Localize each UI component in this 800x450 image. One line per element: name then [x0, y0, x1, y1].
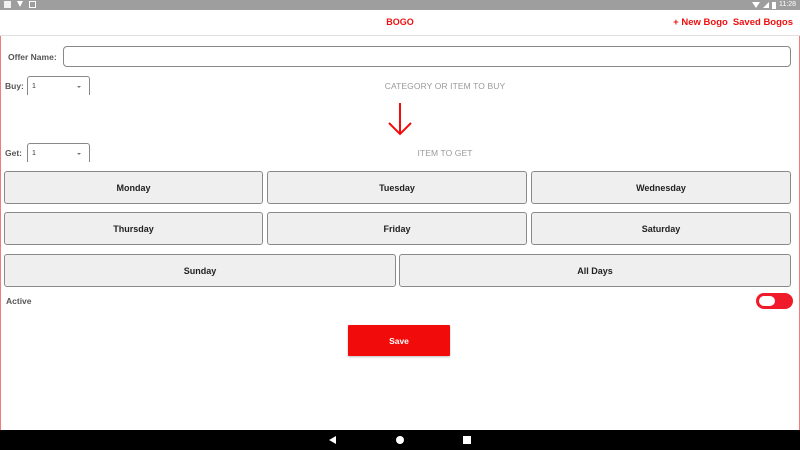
- offer-name-input[interactable]: [63, 46, 791, 67]
- category-or-item-to-buy[interactable]: CATEGORY OR ITEM TO BUY: [45, 81, 800, 91]
- home-icon[interactable]: [396, 436, 404, 444]
- status-bar: 11:28: [0, 0, 800, 10]
- day-button-tuesday[interactable]: Tuesday: [267, 171, 527, 204]
- status-right-icons: 11:28: [752, 1, 796, 9]
- toggle-knob: [759, 296, 775, 306]
- buy-quantity-value: 1: [32, 83, 36, 90]
- app-actions: + New Bogo Saved Bogos: [673, 17, 793, 28]
- day-button-monday[interactable]: Monday: [4, 171, 263, 204]
- notification-icon: [4, 1, 11, 8]
- status-time: 11:28: [779, 1, 796, 8]
- active-toggle[interactable]: [756, 293, 793, 309]
- day-button-saturday[interactable]: Saturday: [531, 212, 791, 245]
- item-to-get[interactable]: ITEM TO GET: [45, 148, 800, 158]
- day-button-wednesday[interactable]: Wednesday: [531, 171, 791, 204]
- navigation-bar: [0, 430, 800, 450]
- get-quantity-value: 1: [32, 150, 36, 157]
- day-button-all-days[interactable]: All Days: [399, 254, 791, 287]
- saved-bogos-button[interactable]: Saved Bogos: [733, 17, 793, 28]
- day-button-thursday[interactable]: Thursday: [4, 212, 263, 245]
- arrow-down-icon: [388, 103, 412, 136]
- day-button-friday[interactable]: Friday: [267, 212, 527, 245]
- wifi-icon: [752, 2, 760, 8]
- battery-icon: [772, 1, 776, 9]
- back-icon[interactable]: [329, 436, 336, 444]
- offer-name-label: Offer Name:: [8, 52, 57, 62]
- new-bogo-button[interactable]: + New Bogo: [673, 17, 728, 28]
- buy-label: Buy:: [5, 81, 24, 91]
- save-button[interactable]: Save: [348, 325, 450, 356]
- active-label: Active: [6, 296, 32, 306]
- get-label: Get:: [5, 148, 22, 158]
- status-left-icons: [4, 1, 36, 8]
- download-icon: [17, 1, 23, 8]
- app-bar: BOGO + New Bogo Saved Bogos: [0, 10, 800, 36]
- signal-icon: [763, 2, 769, 8]
- day-button-sunday[interactable]: Sunday: [4, 254, 396, 287]
- crop-icon: [29, 1, 36, 8]
- recent-apps-icon[interactable]: [463, 436, 471, 444]
